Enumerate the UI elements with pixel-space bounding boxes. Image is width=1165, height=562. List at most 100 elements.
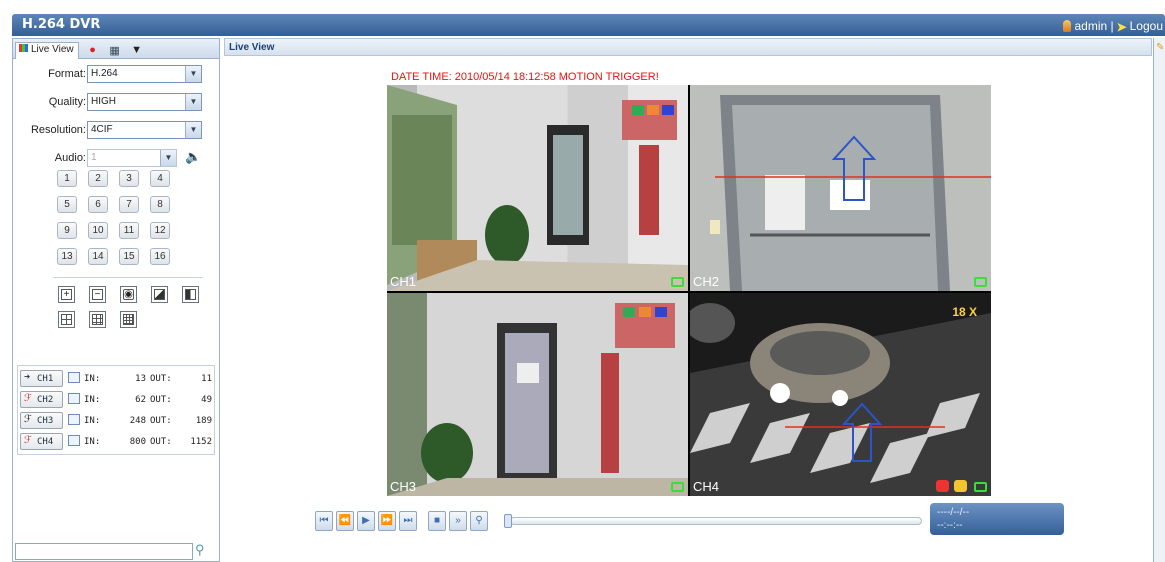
rewind-button[interactable]: ⏪ bbox=[336, 511, 354, 531]
format-select[interactable]: H.264 ▼ bbox=[87, 65, 202, 83]
chevron-down-icon: ▼ bbox=[160, 150, 176, 166]
in-label: IN: bbox=[84, 395, 101, 405]
audio-label: Audio: bbox=[54, 152, 86, 164]
pip-button[interactable] bbox=[151, 286, 168, 303]
channel-select-button[interactable]: 14 bbox=[88, 248, 108, 265]
zoom-out-button[interactable]: − bbox=[89, 286, 106, 303]
zoom-button[interactable]: ⚲ bbox=[470, 511, 488, 531]
channel-select-button[interactable]: 12 bbox=[150, 222, 170, 239]
channel-select-button[interactable]: 10 bbox=[88, 222, 108, 239]
play-icon: ▶ bbox=[362, 515, 370, 526]
camera-ch2-view[interactable]: CH2 bbox=[690, 85, 991, 291]
skip-end-button[interactable]: ⏭ bbox=[399, 511, 417, 531]
logout-link[interactable]: Logou bbox=[1130, 19, 1163, 33]
channel-counter-row: ℱ CH3 IN: 248 OUT: 189 bbox=[20, 412, 214, 432]
camera-ch4-view[interactable]: 18 X CH4 bbox=[690, 293, 991, 496]
playback-slider[interactable] bbox=[510, 517, 922, 525]
quad-swap-button[interactable] bbox=[182, 286, 199, 303]
record-status-icon bbox=[671, 482, 684, 492]
app-title: H.264 DVR bbox=[22, 17, 101, 32]
channel-select-button[interactable]: 4 bbox=[150, 170, 170, 187]
play-button[interactable]: ▶ bbox=[357, 511, 375, 531]
record-icon: ● bbox=[89, 44, 96, 56]
channel-select-button[interactable]: 16 bbox=[150, 248, 170, 265]
camera-ch1-view[interactable]: CH1 bbox=[387, 85, 688, 291]
channel-counter-list: ➜ CH1 IN: 13 OUT: 11 ℱ CH2 IN: 62 OUT: 49 … bbox=[17, 365, 215, 455]
layout-9-button[interactable] bbox=[89, 311, 106, 328]
live-view-icon bbox=[19, 44, 28, 52]
magnifier-icon: ⚲ bbox=[475, 515, 483, 526]
pip-icon bbox=[154, 289, 165, 300]
layout-16-button[interactable] bbox=[120, 311, 137, 328]
slider-handle[interactable] bbox=[504, 514, 512, 528]
video-display[interactable]: DATE TIME: 2010/05/14 18:12:58 MOTION TR… bbox=[387, 69, 991, 496]
quality-select[interactable]: HIGH ▼ bbox=[87, 93, 202, 111]
skip-end-icon: ⏭ bbox=[403, 515, 413, 526]
camera-ch1-label: CH1 bbox=[390, 274, 417, 289]
channel-select-button[interactable]: 2 bbox=[88, 170, 108, 187]
search-icon[interactable]: ⚲ bbox=[195, 542, 205, 558]
tab-live-view-label: Live View bbox=[31, 44, 74, 55]
channel-name: CH1 bbox=[37, 374, 54, 384]
chevron-down-icon: ▼ bbox=[185, 122, 201, 138]
channel-ch1-button[interactable]: ➜ CH1 bbox=[20, 370, 63, 387]
channel-ch2-button[interactable]: ℱ CH2 bbox=[20, 391, 63, 408]
camera-ch3-view[interactable]: CH3 bbox=[387, 293, 688, 496]
channel-ch3-button[interactable]: ℱ CH3 bbox=[20, 412, 63, 429]
in-label: IN: bbox=[84, 416, 101, 426]
motion-detect-icon bbox=[954, 480, 967, 492]
channel-select-button[interactable]: 8 bbox=[150, 196, 170, 213]
channel-select-button[interactable]: 6 bbox=[88, 196, 108, 213]
channel-select-button[interactable]: 13 bbox=[57, 248, 77, 265]
motion-alarm-icon bbox=[936, 480, 949, 492]
quality-value: HIGH bbox=[91, 96, 116, 107]
quality-label: Quality: bbox=[48, 96, 86, 108]
search-input[interactable] bbox=[15, 543, 193, 560]
in-count: 62 bbox=[135, 395, 146, 405]
camera-ch2-label: CH2 bbox=[693, 274, 720, 289]
format-value: H.264 bbox=[91, 68, 118, 79]
tab-live-view[interactable]: Live View bbox=[15, 42, 79, 59]
channel-select-button[interactable]: 15 bbox=[119, 248, 139, 265]
slow-play-button[interactable]: » bbox=[449, 511, 467, 531]
resolution-select[interactable]: 4CIF ▼ bbox=[87, 121, 202, 139]
plus-icon: + bbox=[61, 289, 72, 300]
channel-select-button[interactable]: 3 bbox=[119, 170, 139, 187]
graph-icon[interactable] bbox=[68, 414, 80, 425]
zoom-in-button[interactable]: + bbox=[58, 286, 75, 303]
graph-icon[interactable] bbox=[68, 372, 80, 383]
graph-icon[interactable] bbox=[68, 435, 80, 446]
rewind-icon: ⏪ bbox=[338, 515, 352, 526]
pencil-icon[interactable]: ✎ bbox=[1156, 42, 1164, 53]
channel-select-button[interactable]: 11 bbox=[119, 222, 139, 239]
camera-ch2-scene bbox=[690, 85, 991, 291]
out-label: OUT: bbox=[150, 437, 172, 447]
channel-name: CH2 bbox=[37, 395, 54, 405]
out-label: OUT: bbox=[150, 395, 172, 405]
channel-ch4-button[interactable]: ℱ CH4 bbox=[20, 433, 63, 450]
channel-select-button[interactable]: 5 bbox=[57, 196, 77, 213]
out-label: OUT: bbox=[150, 374, 172, 384]
audio-value: 1 bbox=[91, 152, 97, 163]
stop-button[interactable]: ■ bbox=[428, 511, 446, 531]
tab-playback[interactable]: ▦ bbox=[107, 42, 123, 59]
graph-icon[interactable] bbox=[68, 393, 80, 404]
skip-start-button[interactable]: ⏮ bbox=[315, 511, 333, 531]
tab-camera[interactable]: ▼ bbox=[129, 42, 145, 59]
username[interactable]: admin bbox=[1074, 19, 1107, 33]
user-menu: admin | ➤ Logou bbox=[1063, 18, 1163, 34]
tab-record-search[interactable]: ● bbox=[85, 42, 101, 59]
separator: | bbox=[1110, 18, 1114, 33]
audio-select[interactable]: 1 ▼ bbox=[87, 149, 177, 167]
channel-select-button[interactable]: 7 bbox=[119, 196, 139, 213]
channel-select-button[interactable]: 1 bbox=[57, 170, 77, 187]
slow-play-icon: » bbox=[455, 515, 461, 526]
fast-forward-button[interactable]: ⏩ bbox=[378, 511, 396, 531]
record-status-icon bbox=[671, 277, 684, 287]
snapshot-button[interactable]: ◉ bbox=[120, 286, 137, 303]
zoom-level: 18 X bbox=[952, 305, 977, 319]
layout-4-button[interactable] bbox=[58, 311, 75, 328]
out-count: 1152 bbox=[190, 437, 212, 447]
mute-icon[interactable]: 🔈 bbox=[185, 149, 201, 165]
channel-select-button[interactable]: 9 bbox=[57, 222, 77, 239]
